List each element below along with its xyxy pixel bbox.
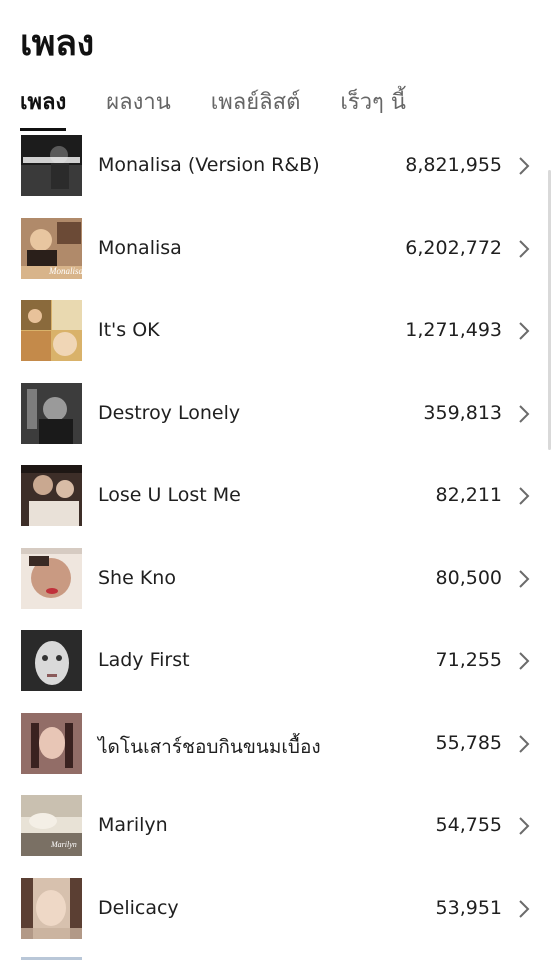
album-cover-image [21, 877, 82, 939]
song-row[interactable]: Monalisa Monalisa 6,202,772 [0, 211, 554, 294]
album-cover-image [21, 135, 82, 196]
tab-songs[interactable]: เพลง [20, 84, 67, 131]
song-row[interactable]: ไดโนเสาร์ชอบกินขนมเบื้อง 55,785 [0, 706, 554, 789]
song-row[interactable]: It's OK 1,271,493 [0, 293, 554, 376]
chevron-right-icon[interactable] [517, 485, 531, 507]
album-cover-image [21, 300, 82, 361]
album-cover-image: Marilyn [21, 795, 82, 856]
svg-text:Monalisa: Monalisa [48, 266, 82, 276]
chevron-right-icon[interactable] [517, 733, 531, 755]
tab-playlists[interactable]: เพลย์ลิสต์ [211, 84, 301, 127]
album-cover-image: Monalisa [21, 217, 82, 279]
chevron-right-icon[interactable] [517, 403, 531, 425]
song-row[interactable]: Marilyn Marilyn 54,755 [0, 788, 554, 871]
song-title: She Kno [98, 566, 176, 589]
song-row[interactable]: She Kno 80,500 [0, 541, 554, 624]
song-title: Destroy Lonely [98, 401, 241, 424]
song-play-count: 1,271,493 [405, 319, 502, 341]
svg-text:Marilyn: Marilyn [50, 840, 77, 849]
chevron-right-icon[interactable] [517, 155, 531, 177]
song-title: Delicacy [98, 896, 179, 919]
chevron-right-icon[interactable] [517, 815, 531, 837]
song-title: It's OK [98, 319, 160, 341]
album-cover-image [21, 465, 82, 526]
song-play-count: 71,255 [435, 649, 502, 671]
album-cover-image [21, 547, 82, 609]
chevron-right-icon[interactable] [517, 238, 531, 260]
album-cover-image [21, 382, 82, 444]
song-row[interactable]: Lady First 71,255 [0, 623, 554, 706]
song-title: Monalisa (Version R&B) [98, 154, 320, 176]
song-title: Lady First [98, 649, 190, 671]
song-play-count: 80,500 [435, 566, 502, 589]
page-title: เพลง [20, 23, 94, 64]
tab-upcoming[interactable]: เร็วๆ นี้ [340, 84, 406, 127]
song-title: Monalisa [98, 236, 182, 259]
song-play-count: 54,755 [435, 814, 502, 836]
song-play-count: 55,785 [435, 731, 502, 754]
album-cover-image [21, 712, 82, 774]
song-play-count: 82,211 [435, 484, 502, 506]
song-row[interactable]: Monalisa (Version R&B) 8,821,955 [0, 128, 554, 211]
song-list: Monalisa (Version R&B) 8,821,955 Monalis… [0, 128, 554, 953]
chevron-right-icon[interactable] [517, 568, 531, 590]
chevron-right-icon[interactable] [517, 320, 531, 342]
song-play-count: 53,951 [435, 896, 502, 919]
song-row[interactable]: Destroy Lonely 359,813 [0, 376, 554, 459]
song-title: Lose U Lost Me [98, 484, 241, 506]
song-play-count: 359,813 [423, 401, 502, 424]
tab-albums[interactable]: ผลงาน [106, 84, 171, 127]
song-title: Marilyn [98, 814, 168, 836]
album-cover-image [21, 630, 82, 691]
song-play-count: 8,821,955 [405, 154, 502, 176]
song-title: ไดโนเสาร์ชอบกินขนมเบื้อง [98, 735, 321, 758]
song-play-count: 6,202,772 [405, 236, 502, 259]
song-row[interactable]: Lose U Lost Me 82,211 [0, 458, 554, 541]
song-row[interactable]: Delicacy 53,951 [0, 871, 554, 954]
chevron-right-icon[interactable] [517, 898, 531, 920]
tab-bar: เพลง ผลงาน เพลย์ลิสต์ เร็วๆ นี้ [20, 84, 554, 131]
chevron-right-icon[interactable] [517, 650, 531, 672]
